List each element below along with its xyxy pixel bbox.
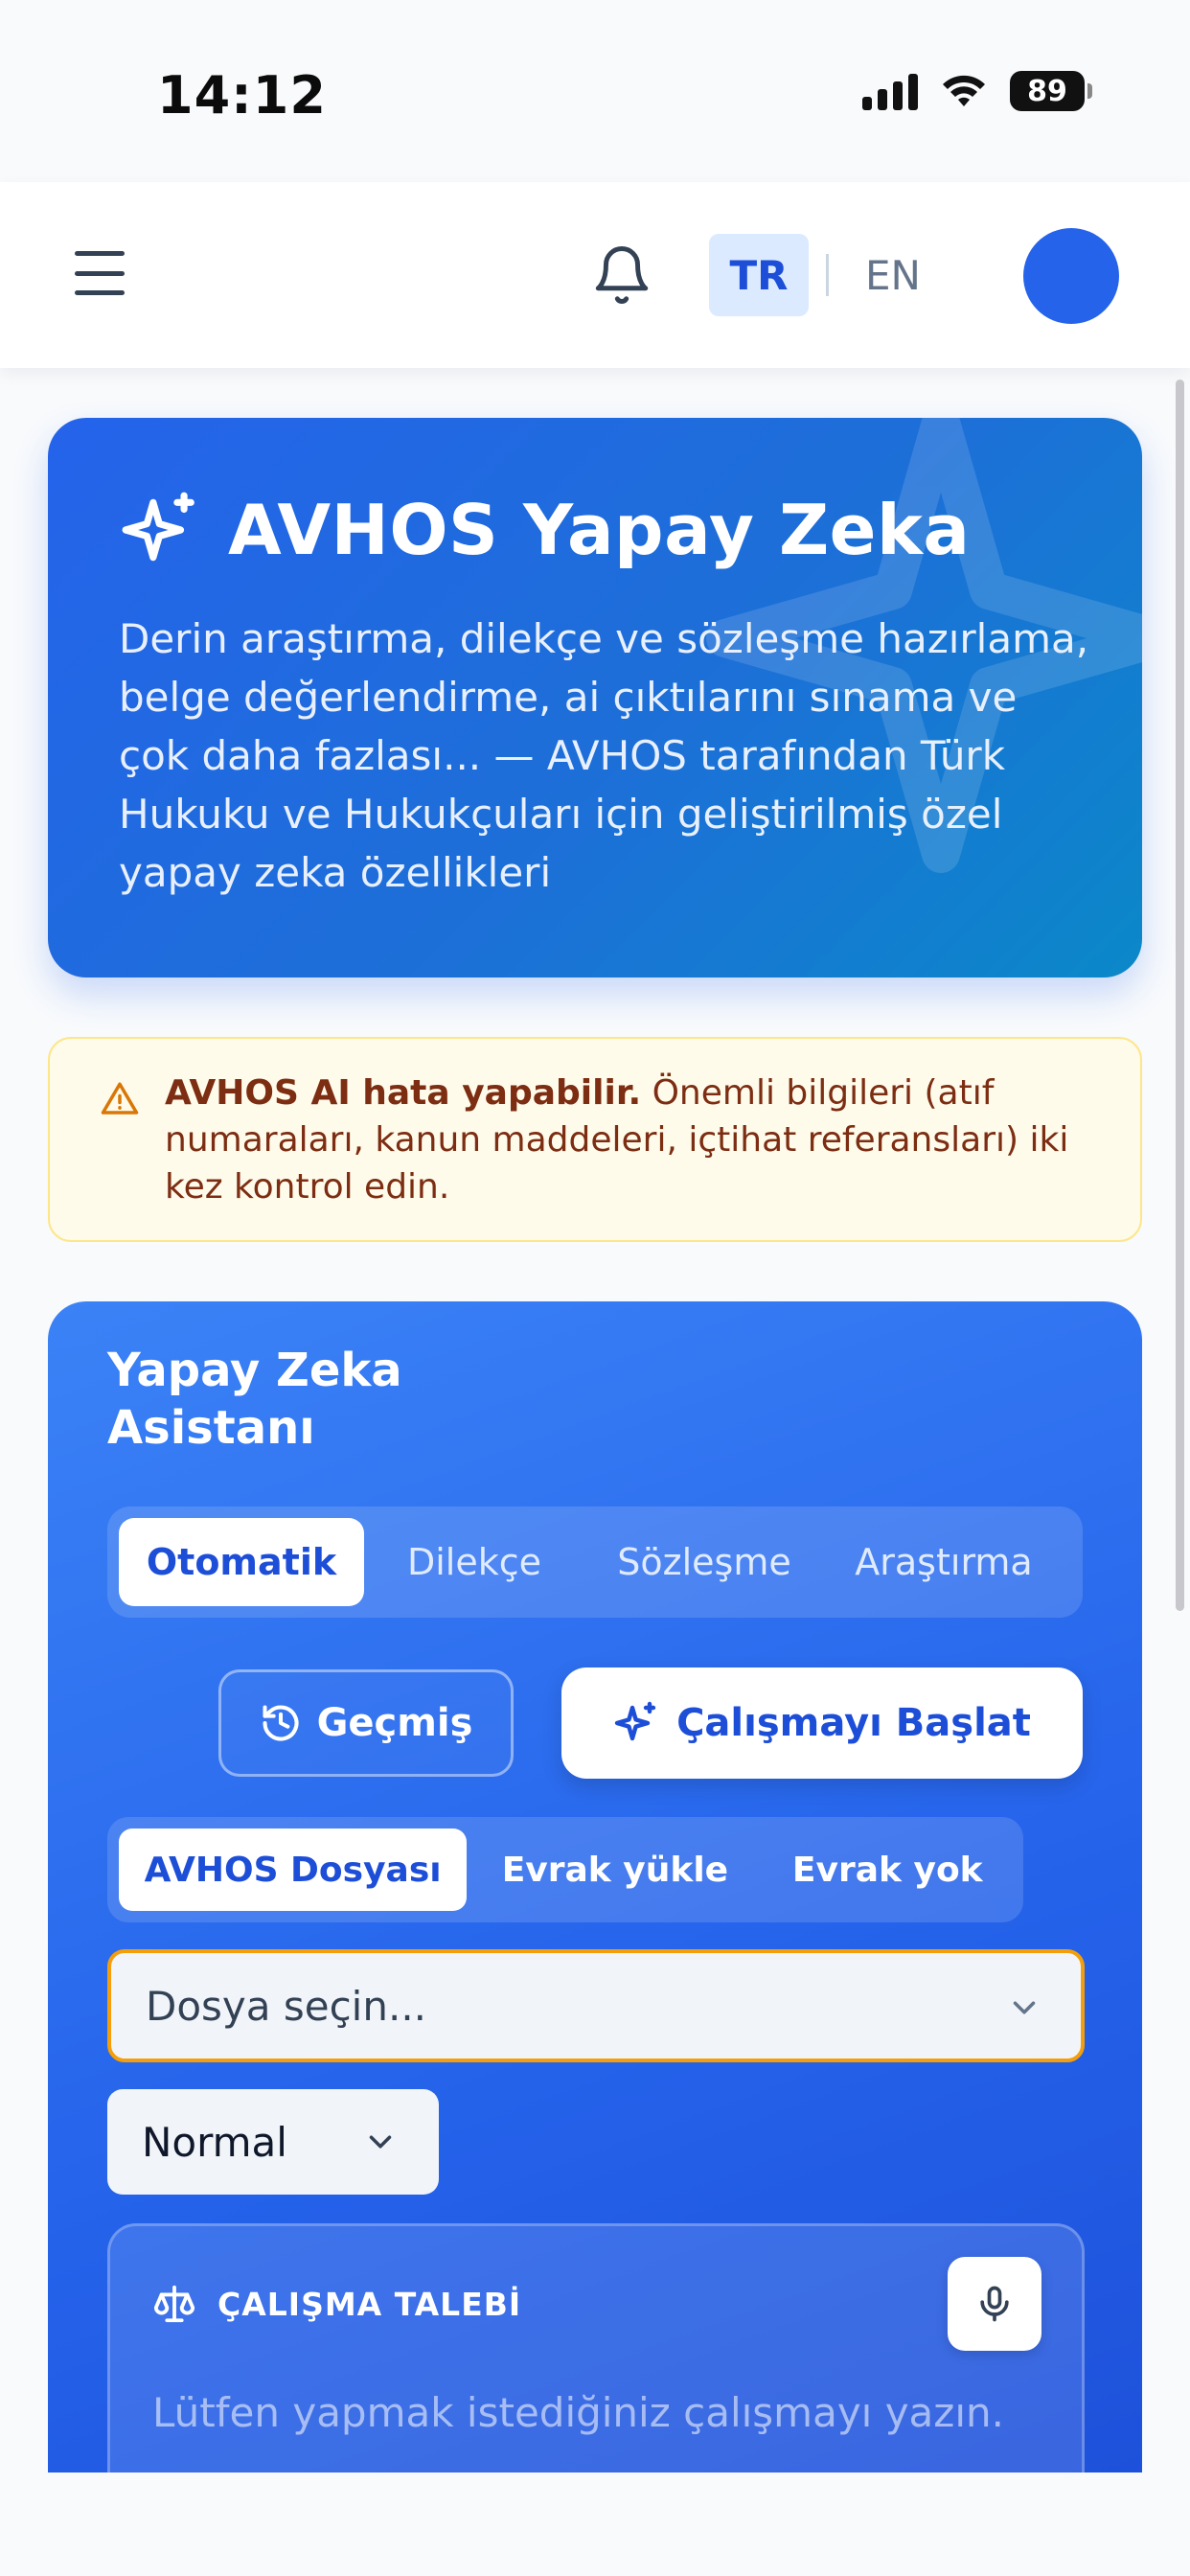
cellular-signal-icon xyxy=(862,72,918,110)
lang-tr-button[interactable]: TR xyxy=(709,234,809,316)
response-mode-select[interactable]: Normal xyxy=(107,2089,439,2195)
hero-banner: AVHOS Yapay Zeka Derin araştırma, dilekç… xyxy=(48,418,1142,978)
hero-title: AVHOS Yapay Zeka xyxy=(228,490,971,570)
mode-tabs: Otomatik Dilekçe Sözleşme Araştırma xyxy=(107,1506,1083,1618)
warning-bold-text: AVHOS AI hata yapabilir. xyxy=(165,1073,642,1113)
chevron-down-icon xyxy=(1013,2001,1036,2014)
start-work-label: Çalışmayı Başlat xyxy=(676,1701,1031,1745)
work-request-label-row: ÇALIŞMA TALEBİ xyxy=(152,2282,521,2326)
lang-en-button[interactable]: EN xyxy=(865,252,921,299)
hero-description: Derin araştırma, dilekçe ve sözleşme haz… xyxy=(119,615,1089,896)
ai-assistant-panel: Yapay Zeka Asistanı Otomatik Dilekçe Söz… xyxy=(48,1301,1142,2576)
tab-dilekce[interactable]: Dilekçe xyxy=(364,1518,584,1606)
sparkles-icon xyxy=(122,492,195,562)
hero-title-row: AVHOS Yapay Zeka xyxy=(119,489,970,571)
ai-warning-banner: AVHOS AI hata yapabilir. Önemli bilgiler… xyxy=(48,1037,1142,1242)
work-request-placeholder: Lütfen yapmak istediğiniz çalışmayı yazı… xyxy=(152,2389,1004,2436)
sparkles-icon xyxy=(614,1701,656,1741)
tab-evrak-yok[interactable]: Evrak yok xyxy=(764,1828,1012,1911)
status-icons: 89 xyxy=(862,71,1092,111)
file-select-placeholder: Dosya seçin... xyxy=(146,1982,427,2030)
tab-otomatik[interactable]: Otomatik xyxy=(119,1518,364,1606)
tab-evrak-yukle[interactable]: Evrak yükle xyxy=(467,1828,763,1911)
warning-text: AVHOS AI hata yapabilir. Önemli bilgiler… xyxy=(165,1070,1123,1210)
work-request-label: ÇALIŞMA TALEBİ xyxy=(217,2285,522,2323)
language-switch: TR EN xyxy=(709,234,921,316)
scales-icon xyxy=(153,2285,195,2323)
microphone-icon xyxy=(980,2286,1009,2322)
tab-arastirma[interactable]: Araştırma xyxy=(824,1518,1064,1606)
warning-triangle-icon xyxy=(101,1082,139,1115)
bottom-safe-area xyxy=(0,2472,1190,2576)
start-work-button[interactable]: Çalışmayı Başlat xyxy=(561,1668,1083,1779)
wifi-icon xyxy=(943,75,985,106)
file-select[interactable]: Dosya seçin... xyxy=(107,1949,1085,2062)
app-header: TR EN xyxy=(0,182,1190,368)
chevron-down-icon xyxy=(369,2135,392,2149)
source-tabs: AVHOS Dosyası Evrak yükle Evrak yok xyxy=(107,1817,1023,1922)
battery-icon: 89 xyxy=(1010,71,1092,111)
history-button-label: Geçmiş xyxy=(316,1701,473,1745)
history-icon xyxy=(263,1705,299,1741)
response-mode-value: Normal xyxy=(142,2118,287,2166)
notification-bell-icon[interactable] xyxy=(590,243,653,307)
microphone-button[interactable] xyxy=(948,2257,1041,2351)
history-button[interactable]: Geçmiş xyxy=(218,1669,514,1777)
lang-divider xyxy=(826,254,829,296)
hamburger-menu-icon[interactable] xyxy=(75,251,125,295)
scrollbar[interactable] xyxy=(1176,380,1184,1611)
status-time: 14:12 xyxy=(157,65,327,126)
tab-sozlesme[interactable]: Sözleşme xyxy=(584,1518,824,1606)
tab-avhos-dosyasi[interactable]: AVHOS Dosyası xyxy=(119,1828,468,1911)
assistant-title: Yapay Zeka Asistanı xyxy=(107,1344,402,1455)
status-bar: 14:12 89 xyxy=(0,0,1190,182)
user-avatar[interactable] xyxy=(1023,228,1119,324)
